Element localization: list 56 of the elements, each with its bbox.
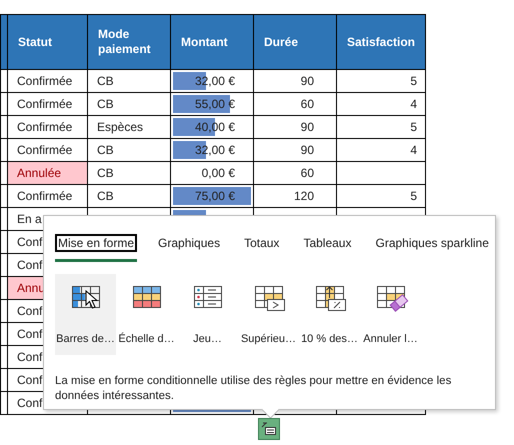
column-header: Durée bbox=[254, 14, 336, 70]
table-cell: 5 bbox=[410, 120, 418, 134]
table-cell: 4 bbox=[410, 97, 418, 111]
table-cell: 60 bbox=[300, 97, 314, 111]
table-cell: 5 bbox=[410, 189, 418, 203]
table-cell: CB bbox=[97, 74, 114, 88]
table-cell: CB bbox=[97, 189, 114, 203]
table-cell: CB bbox=[97, 97, 114, 111]
table-cell: Confirmée bbox=[17, 74, 72, 88]
table-cell: 0,00 € bbox=[202, 166, 235, 180]
column-header: Statut bbox=[8, 14, 88, 70]
table-cell: En a bbox=[17, 212, 42, 226]
cursor-icon bbox=[85, 290, 98, 309]
table-cell: 120 bbox=[294, 189, 314, 203]
table-cell: Conf bbox=[17, 396, 42, 410]
color-scale-icon bbox=[132, 286, 160, 308]
tab[interactable]: Graphiques sparkline bbox=[372, 233, 492, 262]
top-percent-icon bbox=[316, 286, 344, 308]
column-header: Mode paiement bbox=[88, 14, 170, 70]
description: La mise en forme conditionnelle utilise des règles pour mettre en évidence les données intéressantes. bbox=[55, 374, 452, 404]
table-cell: Confirmée bbox=[17, 143, 72, 157]
table-cell: 5 bbox=[410, 74, 418, 88]
format-option[interactable]: Jeu… bbox=[177, 274, 238, 355]
table-cell: Conf bbox=[17, 350, 42, 364]
table-cell: Confirmée bbox=[17, 97, 72, 111]
table-cell: Confirmée bbox=[17, 189, 72, 203]
table-cell: 75,00 € bbox=[194, 189, 235, 203]
column-header: Montant bbox=[170, 14, 254, 70]
table-cell: Conf bbox=[17, 304, 42, 318]
tab[interactable]: Totaux bbox=[241, 233, 282, 262]
table-cell: 60 bbox=[300, 166, 314, 180]
table-cell: Conf bbox=[17, 373, 42, 387]
table-cell: Conf bbox=[17, 258, 42, 272]
table-cell: Annulée bbox=[17, 166, 62, 180]
quick-analysis-icon bbox=[261, 422, 277, 436]
table-cell: Confirmée bbox=[17, 120, 72, 134]
table-cell: 90 bbox=[300, 143, 314, 157]
table-cell: 4 bbox=[410, 143, 418, 157]
icon-set-icon bbox=[194, 286, 222, 308]
format-option[interactable]: Barres de… bbox=[55, 274, 116, 355]
table-cell: 90 bbox=[300, 74, 314, 88]
quick-analysis-button[interactable] bbox=[258, 418, 280, 440]
table-cell: Conf bbox=[17, 235, 42, 249]
greater-than-icon bbox=[254, 286, 282, 308]
tab[interactable]: Tableaux bbox=[300, 233, 354, 262]
tab[interactable]: Graphiques bbox=[155, 233, 224, 262]
column-header: Satisfaction bbox=[336, 14, 426, 70]
format-option[interactable]: Échelle d… bbox=[116, 274, 177, 355]
format-option[interactable]: Supérieu… bbox=[238, 274, 299, 355]
data-bars-icon bbox=[72, 286, 100, 308]
table-cell: CB bbox=[97, 166, 114, 180]
format-option[interactable]: 10 % des… bbox=[299, 274, 360, 355]
table-cell: Espèces bbox=[97, 120, 144, 134]
table-cell: 90 bbox=[300, 120, 314, 134]
table-cell: Conf bbox=[17, 327, 42, 341]
table-cell: CB bbox=[97, 143, 114, 157]
